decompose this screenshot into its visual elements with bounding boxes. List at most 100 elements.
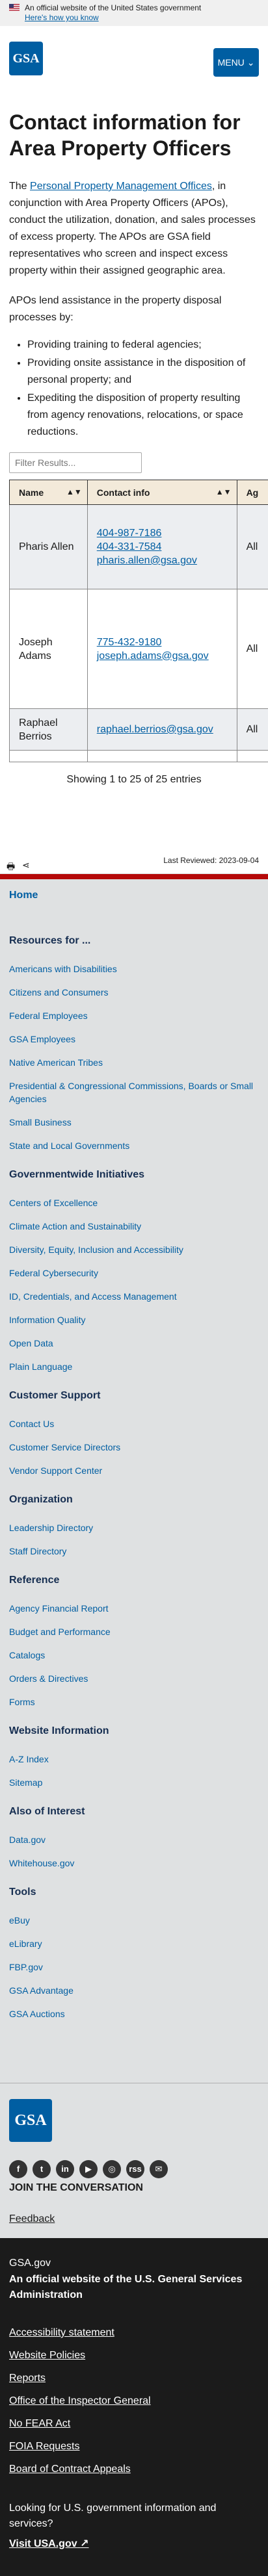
footer-link[interactable]: Leadership Directory	[9, 1521, 259, 1534]
visit-usagov-link[interactable]: Visit USA.gov ↗	[9, 2537, 259, 2550]
footer-link[interactable]: Small Business	[9, 1116, 259, 1129]
footer-link[interactable]: GSA Advantage	[9, 1984, 259, 1997]
footer-group-title: Governmentwide Initiatives	[9, 1169, 259, 1181]
footer-link[interactable]: Americans with Disabilities	[9, 962, 259, 975]
list-item: Providing onsite assistance in the dispo…	[27, 355, 259, 389]
footer-link[interactable]: Open Data	[9, 1337, 259, 1350]
feedback-link[interactable]: Feedback	[9, 2213, 55, 2224]
policies-link[interactable]: Website Policies	[9, 2348, 259, 2363]
phone-link[interactable]: 404-331-7584	[97, 540, 228, 554]
footer-link[interactable]: Presidential & Congressional Commissions…	[9, 1079, 259, 1105]
youtube-icon[interactable]: ▶	[79, 2160, 98, 2178]
reports-link[interactable]: Reports	[9, 2371, 259, 2386]
footer-nav: Home Resources for ...Americans with Dis…	[0, 879, 268, 2083]
join-conversation: JOIN THE CONVERSATION	[9, 2182, 259, 2194]
footer-link[interactable]: Orders & Directives	[9, 1672, 259, 1685]
oig-link[interactable]: Office of the Inspector General	[9, 2393, 259, 2409]
footer-link[interactable]: Contact Us	[9, 1417, 259, 1430]
footer-link[interactable]: Federal Employees	[9, 1009, 259, 1022]
print-icon[interactable]: 🖶	[7, 860, 15, 875]
cell-agency: All	[237, 505, 268, 589]
footer-group: ReferenceAgency Financial ReportBudget a…	[9, 1575, 259, 1708]
footer-link[interactable]: Sitemap	[9, 1776, 259, 1789]
social-links: f t in ▶ ◎ rss ✉	[9, 2160, 259, 2178]
table-info: Showing 1 to 25 of 25 entries	[9, 774, 259, 786]
email-link[interactable]: pharis.allen@gsa.gov	[97, 554, 228, 567]
utility-bar: 🖶 ⋖ Last Reviewed: 2023-09-04	[0, 856, 268, 874]
footer-link[interactable]: Native American Tribes	[9, 1056, 259, 1069]
menu-button[interactable]: MENU ⌄	[213, 48, 259, 77]
cell-contact: raphael.berrios@gsa.gov	[87, 709, 237, 751]
email-link[interactable]: joseph.adams@gsa.gov	[97, 649, 228, 663]
footer-link[interactable]: Customer Service Directors	[9, 1441, 259, 1454]
phone-link[interactable]: 775-432-9180	[97, 636, 228, 649]
footer-link[interactable]: ID, Credentials, and Access Management	[9, 1290, 259, 1303]
footer-link[interactable]: GSA Employees	[9, 1033, 259, 1046]
email-link[interactable]: raphael.berrios@gsa.gov	[97, 723, 228, 736]
footer-link[interactable]: Forms	[9, 1695, 259, 1708]
lead-paragraph: APOs lend assistance in the property dis…	[9, 292, 259, 326]
table-row: Raphael Berrios raphael.berrios@gsa.gov …	[10, 709, 268, 751]
gsagov-label: GSA.gov	[9, 2258, 259, 2269]
footer-link[interactable]: eBuy	[9, 1914, 259, 1927]
footer-link[interactable]: Budget and Performance	[9, 1625, 259, 1638]
footer-link[interactable]: Centers of Excellence	[9, 1196, 259, 1209]
footer-home-link[interactable]: Home	[9, 890, 259, 901]
heres-how-link[interactable]: Here's how you know	[9, 13, 259, 22]
bottom-links: Accessibility statement Website Policies…	[9, 2325, 259, 2477]
site-header: GSA MENU ⌄	[0, 26, 268, 81]
table-row	[10, 751, 268, 762]
filter-input[interactable]	[9, 452, 142, 473]
contract-appeals-link[interactable]: Board of Contract Appeals	[9, 2462, 259, 2477]
email-icon[interactable]: ✉	[150, 2160, 168, 2178]
footer-link[interactable]: Climate Action and Sustainability	[9, 1220, 259, 1233]
footer-link[interactable]: Plain Language	[9, 1360, 259, 1373]
footer-link[interactable]: eLibrary	[9, 1937, 259, 1950]
footer-link[interactable]: Whitehouse.gov	[9, 1857, 259, 1870]
column-header-contact[interactable]: Contact info▲▼	[87, 480, 237, 505]
footer-link[interactable]: FBP.gov	[9, 1961, 259, 1974]
page-title: Contact information for Area Property Of…	[9, 109, 259, 161]
footer-link[interactable]: Federal Cybersecurity	[9, 1267, 259, 1280]
footer-link[interactable]: Vendor Support Center	[9, 1464, 259, 1477]
gov-banner: An official website of the United States…	[0, 0, 268, 26]
column-header-name[interactable]: Name▲▼	[10, 480, 88, 505]
cell-agency: All	[237, 709, 268, 751]
phone-link[interactable]: 404-987-7186	[97, 526, 228, 540]
footer-group-title: Also of Interest	[9, 1806, 259, 1818]
footer-link[interactable]: Staff Directory	[9, 1545, 259, 1558]
footer-link[interactable]: Data.gov	[9, 1833, 259, 1846]
accessibility-link[interactable]: Accessibility statement	[9, 2325, 259, 2341]
footer-link[interactable]: Agency Financial Report	[9, 1602, 259, 1615]
apo-table-wrapper[interactable]: Name▲▼ Contact info▲▼ Ag Pharis Allen 40…	[9, 480, 268, 762]
column-header-agency[interactable]: Ag	[237, 480, 268, 505]
footer-group: Governmentwide Initiatives Centers of Exc…	[9, 1169, 259, 1373]
no-fear-link[interactable]: No FEAR Act	[9, 2416, 259, 2432]
cell-contact: 775-432-9180 joseph.adams@gsa.gov	[87, 589, 237, 709]
footer-link[interactable]: Catalogs	[9, 1649, 259, 1662]
share-icon[interactable]: ⋖	[22, 860, 30, 871]
official-gsa-text: An official website of the U.S. General …	[9, 2272, 259, 2303]
identity-section: GSA f t in ▶ ◎ rss ✉ JOIN THE CONVERSATI…	[0, 2083, 268, 2238]
sort-icon: ▲▼	[216, 487, 232, 496]
linkedin-icon[interactable]: in	[56, 2160, 74, 2178]
footer-link[interactable]: A-Z Index	[9, 1753, 259, 1766]
us-flag-icon	[9, 4, 20, 11]
instagram-icon[interactable]: ◎	[103, 2160, 121, 2178]
official-text: An official website of the United States…	[9, 3, 259, 13]
ppmo-link[interactable]: Personal Property Management Offices	[30, 181, 212, 192]
footer-link[interactable]: State and Local Governments	[9, 1139, 259, 1152]
footer-link[interactable]: Diversity, Equity, Inclusion and Accessi…	[9, 1243, 259, 1256]
footer-link[interactable]: GSA Auctions	[9, 2007, 259, 2020]
twitter-icon[interactable]: t	[33, 2160, 51, 2178]
rss-icon[interactable]: rss	[126, 2160, 144, 2178]
footer-group: Resources for ...Americans with Disabili…	[9, 935, 259, 1152]
foia-link[interactable]: FOIA Requests	[9, 2439, 259, 2454]
gsa-logo-footer[interactable]: GSA	[9, 2099, 52, 2142]
gsa-logo[interactable]: GSA	[9, 42, 43, 75]
footer-link[interactable]: Citizens and Consumers	[9, 986, 259, 999]
facebook-icon[interactable]: f	[9, 2160, 27, 2178]
sort-icon: ▲▼	[66, 487, 82, 496]
footer-group: Website InformationA-Z IndexSitemap	[9, 1725, 259, 1789]
footer-link[interactable]: Information Quality	[9, 1313, 259, 1326]
